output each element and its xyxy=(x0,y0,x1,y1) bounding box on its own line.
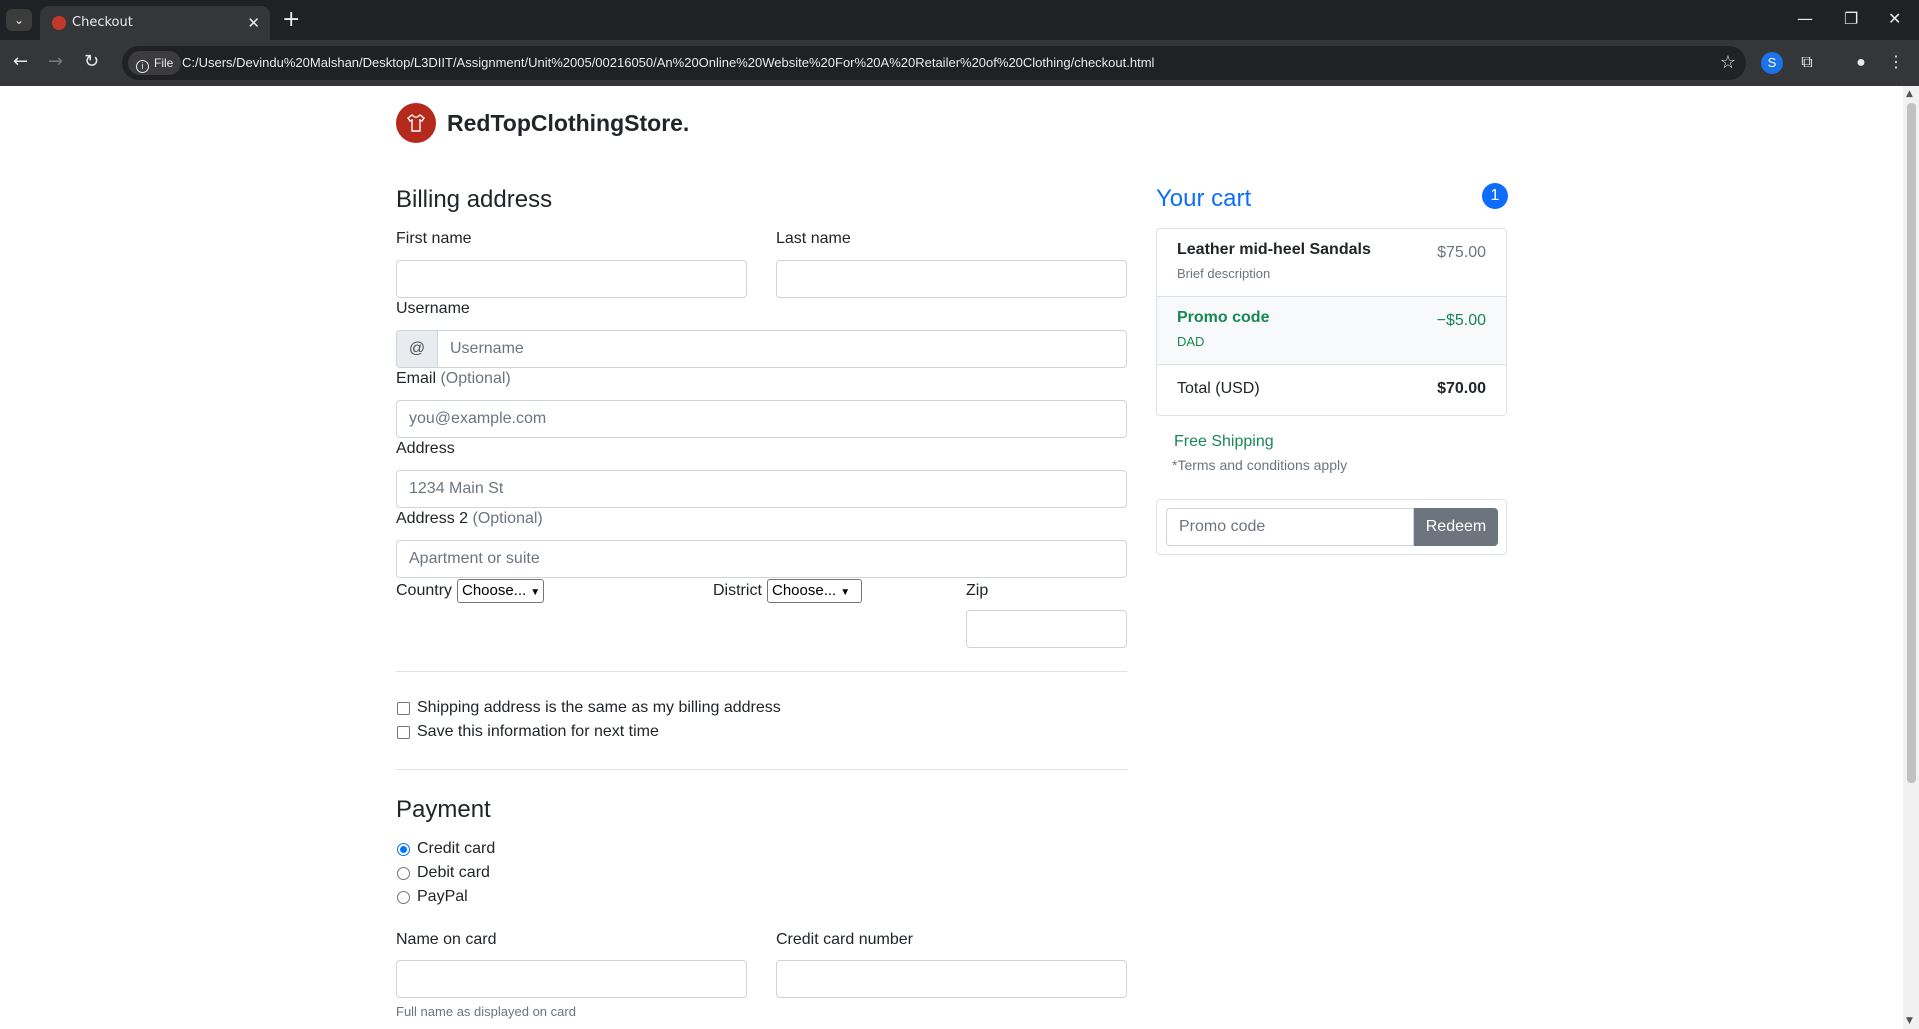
zip-label: Zip xyxy=(966,582,989,599)
save-info-checkbox[interactable] xyxy=(397,726,410,739)
redeem-button[interactable]: Redeem xyxy=(1414,508,1498,546)
divider xyxy=(396,769,1127,770)
cart-list: Leather mid-heel Sandals Brief descripti… xyxy=(1156,228,1507,416)
name-on-card-label: Name on card xyxy=(396,931,497,948)
address-label: Address xyxy=(396,440,455,457)
file-chip-label: File xyxy=(154,56,174,70)
promo-code-form: Redeem xyxy=(1156,499,1507,555)
name-on-card-input[interactable] xyxy=(396,960,747,998)
address2-input[interactable] xyxy=(396,540,1127,578)
chevron-down-icon: ▼ xyxy=(840,587,851,598)
cart-count-badge: 1 xyxy=(1482,183,1508,209)
total-row: Total (USD) $70.00 xyxy=(1157,365,1506,415)
browser-tab-bar: ⌄ Checkout ✕ + — ❐ ✕ xyxy=(0,0,1919,40)
menu-kebab-icon[interactable]: ⋮ xyxy=(1885,52,1907,74)
zip-input[interactable] xyxy=(966,610,1127,648)
same-address-checkbox[interactable] xyxy=(397,702,410,715)
first-name-input[interactable] xyxy=(396,260,747,298)
shirt-logo-icon xyxy=(396,103,436,143)
browser-tab[interactable]: Checkout ✕ xyxy=(40,6,270,40)
extensions-puzzle-icon[interactable]: ⧉ xyxy=(1796,52,1818,74)
credit-card-label[interactable]: Credit card xyxy=(417,840,495,858)
email-label: Email (Optional) xyxy=(396,370,511,388)
info-icon: i xyxy=(136,60,149,73)
credit-card-radio[interactable] xyxy=(397,843,410,856)
district-label: District xyxy=(713,582,762,599)
promo-name: Promo code xyxy=(1177,309,1270,326)
promo-code: DAD xyxy=(1177,334,1205,349)
scroll-up-icon[interactable]: ▲ xyxy=(1906,89,1913,99)
item-name: Leather mid-heel Sandals xyxy=(1177,241,1371,258)
country-label: Country xyxy=(396,582,453,599)
new-tab-icon[interactable]: + xyxy=(282,7,300,32)
free-shipping-text: Free Shipping xyxy=(1174,433,1274,450)
bookmark-star-icon[interactable]: ☆ xyxy=(1720,52,1736,73)
paypal-label[interactable]: PayPal xyxy=(417,888,468,906)
close-window-icon[interactable]: ✕ xyxy=(1888,9,1901,28)
checkout-page: RedTopClothingStore. Billing address Fir… xyxy=(0,86,1903,1029)
scroll-thumb[interactable] xyxy=(1907,103,1916,783)
promo-row: Promo code DAD −$5.00 xyxy=(1157,297,1506,365)
last-name-label: Last name xyxy=(776,230,851,247)
chevron-down-icon: ▼ xyxy=(530,587,541,598)
email-input[interactable] xyxy=(396,400,1127,438)
reload-icon[interactable]: ↻ xyxy=(84,51,99,72)
district-select[interactable]: Choose... ▼ xyxy=(767,579,862,603)
browser-toolbar: ← → ↻ i File C:/Users/Devindu%20Malshan/D… xyxy=(0,40,1919,86)
district-selected-value: Choose... xyxy=(772,582,837,599)
url-text[interactable]: C:/Users/Devindu%20Malshan/Desktop/L3DII… xyxy=(182,55,1154,70)
minimize-icon[interactable]: — xyxy=(1797,9,1813,28)
payment-title: Payment xyxy=(396,796,491,823)
brand-name: RedTopClothingStore. xyxy=(447,110,690,136)
promo-amount: −$5.00 xyxy=(1436,312,1486,329)
back-icon[interactable]: ← xyxy=(13,51,28,72)
page-scrollbar[interactable]: ▲ ▼ xyxy=(1903,86,1919,1029)
address-bar[interactable]: i File C:/Users/Devindu%20Malshan/Desktop… xyxy=(122,46,1746,80)
forward-icon[interactable]: → xyxy=(48,51,63,72)
total-value: $70.00 xyxy=(1437,380,1486,397)
card-number-input[interactable] xyxy=(776,960,1127,998)
name-on-card-help: Full name as displayed on card xyxy=(396,1004,576,1019)
username-label: Username xyxy=(396,300,470,317)
country-select[interactable]: Choose... ▼ xyxy=(457,579,544,603)
promo-code-input[interactable] xyxy=(1166,508,1414,546)
country-selected-value: Choose... xyxy=(462,582,527,599)
address2-optional-text: (Optional) xyxy=(472,510,543,527)
address2-label: Address 2 (Optional) xyxy=(396,510,543,528)
favicon-icon xyxy=(52,16,66,30)
last-name-input[interactable] xyxy=(776,260,1127,298)
tab-close-icon[interactable]: ✕ xyxy=(247,14,260,32)
item-price: $75.00 xyxy=(1437,244,1486,261)
card-number-label: Credit card number xyxy=(776,931,913,948)
terms-text: *Terms and conditions apply xyxy=(1172,457,1348,473)
site-info-chip[interactable]: i File xyxy=(128,51,182,75)
restore-icon[interactable]: ❐ xyxy=(1844,9,1858,28)
tab-title: Checkout xyxy=(72,15,133,30)
extension-icon[interactable]: S xyxy=(1761,52,1783,74)
total-label: Total (USD) xyxy=(1177,380,1260,397)
billing-title: Billing address xyxy=(396,186,553,213)
first-name-label: First name xyxy=(396,230,472,247)
at-addon: @ xyxy=(396,330,438,368)
address2-label-text: Address 2 xyxy=(396,510,469,527)
profile-icon[interactable]: ● xyxy=(1850,52,1872,74)
debit-card-label[interactable]: Debit card xyxy=(417,864,490,882)
cart-title: Your cart xyxy=(1156,185,1252,212)
email-label-text: Email xyxy=(396,370,437,387)
scroll-down-icon[interactable]: ▼ xyxy=(1906,1016,1913,1026)
tab-search-chevron-icon[interactable]: ⌄ xyxy=(6,9,32,31)
username-input[interactable] xyxy=(437,330,1127,368)
email-optional-text: (Optional) xyxy=(440,370,511,387)
item-description: Brief description xyxy=(1177,266,1271,281)
cart-item: Leather mid-heel Sandals Brief descripti… xyxy=(1157,229,1506,297)
same-address-label[interactable]: Shipping address is the same as my billi… xyxy=(417,699,781,717)
address-input[interactable] xyxy=(396,470,1127,508)
save-info-label[interactable]: Save this information for next time xyxy=(417,723,659,741)
paypal-radio[interactable] xyxy=(397,891,410,904)
divider xyxy=(396,671,1127,672)
debit-card-radio[interactable] xyxy=(397,867,410,880)
